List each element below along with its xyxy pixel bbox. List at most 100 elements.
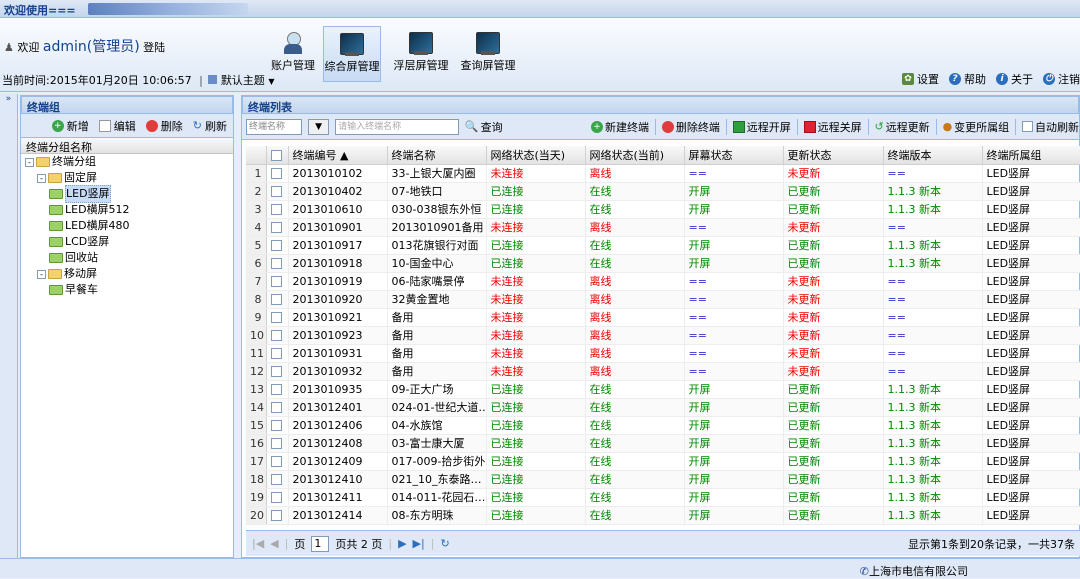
- theme-dropdown[interactable]: 默认主题: [221, 74, 265, 87]
- tree-node[interactable]: LED横屏480: [21, 218, 233, 234]
- row-select[interactable]: [266, 326, 289, 345]
- row-checkbox[interactable]: [270, 366, 282, 377]
- refresh-group-button[interactable]: ↻ 刷新: [193, 118, 227, 134]
- nav-composite[interactable]: 综合屏管理: [323, 26, 381, 82]
- row-checkbox[interactable]: [270, 384, 282, 395]
- table-row[interactable]: 7 2013010919 06-陆家嘴景停 未连接 离线 == 未更新 == LED竖屏: [246, 272, 1080, 291]
- table-row[interactable]: 3 2013010610 030-038银东外恒 已连接 在线 开屏 已更新 1.1.3 新本…: [246, 200, 1080, 219]
- table-row[interactable]: 4 2013010901 2013010901备用 未连接 离线 == 未更新 == LED竖屏: [246, 218, 1080, 237]
- edit-group-button[interactable]: 编辑: [98, 118, 136, 134]
- column-header[interactable]: 更新状态: [783, 146, 884, 165]
- search-field-select[interactable]: 终端名称: [246, 118, 303, 135]
- row-checkbox[interactable]: [270, 168, 282, 179]
- tree-node[interactable]: 早餐车: [21, 282, 233, 298]
- table-row[interactable]: 1 2013010102 33-上银大厦内圈 未连接 离线 == 未更新 == LED竖屏: [246, 164, 1080, 183]
- refresh-icon[interactable]: ↻: [440, 537, 449, 550]
- query-button[interactable]: 🔍 查询: [465, 119, 503, 135]
- row-select[interactable]: [266, 416, 289, 435]
- row-checkbox[interactable]: [270, 438, 282, 449]
- search-select-arrow[interactable]: ▼: [308, 118, 330, 135]
- new-terminal-button[interactable]: + 新建终端: [590, 119, 649, 135]
- column-header[interactable]: 网络状态(当前): [585, 146, 685, 165]
- table-row[interactable]: 10 2013010923 备用 未连接 离线 == 未更新 == LED竖屏: [246, 326, 1080, 345]
- first-page-icon[interactable]: |◀: [252, 537, 264, 550]
- row-select[interactable]: [266, 470, 289, 489]
- row-checkbox[interactable]: [270, 222, 282, 233]
- tree-node[interactable]: LED竖屏: [21, 185, 233, 203]
- select-all-header[interactable]: [266, 146, 289, 165]
- row-select[interactable]: [266, 272, 289, 291]
- remote-on-button[interactable]: 远程开屏: [732, 119, 791, 135]
- row-checkbox[interactable]: [270, 420, 282, 431]
- row-select[interactable]: [266, 488, 289, 507]
- delete-terminal-button[interactable]: 删除终端: [661, 119, 720, 135]
- user-name[interactable]: admin(管理员): [43, 39, 140, 55]
- nav-float[interactable]: 浮层屏管理: [392, 26, 450, 82]
- column-header[interactable]: 终端编号 ▲: [288, 146, 388, 165]
- column-header[interactable]: 网络状态(当天): [486, 146, 586, 165]
- collapse-icon[interactable]: -: [37, 269, 46, 279]
- table-row[interactable]: 11 2013010931 备用 未连接 离线 == 未更新 == LED竖屏: [246, 344, 1080, 363]
- row-select[interactable]: [266, 362, 289, 381]
- table-row[interactable]: 17 2013012409 017-009-拾步街外 已连接 在线 开屏 已更新 1.1.3 …: [246, 452, 1080, 471]
- expand-icon[interactable]: »: [0, 94, 17, 104]
- table-row[interactable]: 14 2013012401 024-01-世纪大道… 已连接 在线 开屏 已更新 1.1.3 …: [246, 398, 1080, 417]
- about-button[interactable]: i 关于: [996, 70, 1033, 88]
- table-row[interactable]: 19 2013012411 014-011-花园石… 已连接 在线 开屏 已更新 1.1.3 …: [246, 488, 1080, 507]
- row-select[interactable]: [266, 452, 289, 471]
- row-select[interactable]: [266, 398, 289, 417]
- search-input[interactable]: 请输入终端名称: [335, 118, 459, 135]
- logout-button[interactable]: ⏻ 注销: [1043, 70, 1080, 88]
- table-row[interactable]: 15 2013012406 04-水族馆 已连接 在线 开屏 已更新 1.1.3 新本 LED竖…: [246, 416, 1080, 435]
- table-row[interactable]: 16 2013012408 03-富士康大厦 已连接 在线 开屏 已更新 1.1.3 新本 LE…: [246, 434, 1080, 453]
- table-row[interactable]: 5 2013010917 013花旗银行对面 已连接 在线 开屏 已更新 1.1.3 新本 LE…: [246, 236, 1080, 255]
- add-group-button[interactable]: + 新增: [51, 118, 89, 134]
- collapse-icon[interactable]: -: [37, 173, 46, 183]
- tree-node[interactable]: - 移动屏: [21, 266, 233, 282]
- row-select[interactable]: [266, 380, 289, 399]
- row-checkbox[interactable]: [270, 456, 282, 467]
- table-row[interactable]: 8 2013010920 32黄金置地 未连接 离线 == 未更新 == LED竖屏: [246, 290, 1080, 309]
- table-row[interactable]: 6 2013010918 10-国金中心 已连接 在线 开屏 已更新 1.1.3 新本 LED竖…: [246, 254, 1080, 273]
- row-select[interactable]: [266, 254, 289, 273]
- column-header[interactable]: 终端版本: [883, 146, 983, 165]
- row-checkbox[interactable]: [270, 492, 282, 503]
- tree-node[interactable]: - 终端分组: [21, 154, 233, 170]
- tree-node[interactable]: 回收站: [21, 250, 233, 266]
- table-row[interactable]: 13 2013010935 09-正大广场 已连接 在线 开屏 已更新 1.1.3 新本 LED…: [246, 380, 1080, 399]
- row-select[interactable]: [266, 506, 289, 525]
- table-row[interactable]: 20 2013012414 08-东方明珠 已连接 在线 开屏 已更新 1.1.3 新本 LED…: [246, 506, 1080, 525]
- auto-refresh-checkbox[interactable]: [1022, 121, 1034, 132]
- remote-update-button[interactable]: ↺ 远程更新: [874, 119, 929, 135]
- settings-button[interactable]: ✿ 设置: [902, 70, 939, 88]
- row-select[interactable]: [266, 236, 289, 255]
- table-row[interactable]: 18 2013012410 021_10_东泰路… 已连接 在线 开屏 已更新 1.1.3 新…: [246, 470, 1080, 489]
- row-checkbox[interactable]: [270, 402, 282, 413]
- nav-query[interactable]: 查询屏管理: [459, 26, 517, 82]
- row-select[interactable]: [266, 182, 289, 201]
- column-header[interactable]: 终端所属组: [982, 146, 1080, 165]
- collapse-strip[interactable]: »: [0, 94, 18, 558]
- row-checkbox[interactable]: [270, 312, 282, 323]
- table-row[interactable]: 9 2013010921 备用 未连接 离线 == 未更新 == LED竖屏: [246, 308, 1080, 327]
- row-checkbox[interactable]: [270, 330, 282, 341]
- help-button[interactable]: ? 帮助: [949, 70, 986, 88]
- row-checkbox[interactable]: [270, 474, 282, 485]
- tree-node[interactable]: - 固定屏: [21, 170, 233, 186]
- column-header[interactable]: 屏幕状态: [684, 146, 784, 165]
- row-select[interactable]: [266, 200, 289, 219]
- last-page-icon[interactable]: ▶|: [413, 537, 425, 550]
- row-checkbox[interactable]: [270, 510, 282, 521]
- row-select[interactable]: [266, 308, 289, 327]
- row-checkbox[interactable]: [270, 186, 282, 197]
- row-checkbox[interactable]: [270, 240, 282, 251]
- page-input[interactable]: 1: [311, 535, 330, 552]
- row-checkbox[interactable]: [270, 276, 282, 287]
- table-row[interactable]: 12 2013010932 备用 未连接 离线 == 未更新 == LED竖屏: [246, 362, 1080, 381]
- select-all-checkbox[interactable]: [270, 149, 282, 161]
- delete-group-button[interactable]: 删除: [145, 118, 183, 134]
- row-checkbox[interactable]: [270, 294, 282, 305]
- next-page-icon[interactable]: ▶: [398, 537, 406, 550]
- row-checkbox[interactable]: [270, 204, 282, 215]
- row-select[interactable]: [266, 218, 289, 237]
